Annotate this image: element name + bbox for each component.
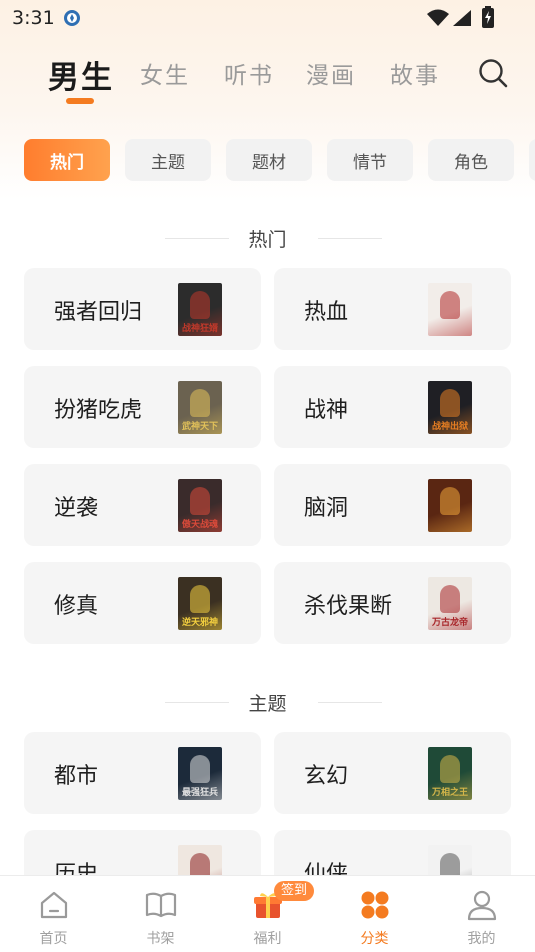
chip-character[interactable]: 角色	[428, 139, 514, 181]
cover-title: 战神狂婿	[181, 324, 218, 334]
cover-title: 逆天邪神	[181, 618, 218, 628]
cover-figure	[440, 389, 460, 417]
cover-title: 傲天战魂	[181, 520, 218, 530]
cover-figure	[440, 291, 460, 319]
category-label: 玄幻	[304, 764, 349, 789]
category-card-cultivation[interactable]: 修真 逆天邪神	[24, 562, 261, 644]
category-card-hot-blooded[interactable]: 热血	[274, 268, 511, 350]
category-card-strong-return[interactable]: 强者回归 战神狂婿	[24, 268, 261, 350]
book-cover-image: 万古龙帝	[428, 577, 472, 630]
cover-figure	[440, 487, 460, 515]
tab-stories[interactable]: 故事	[390, 56, 440, 90]
section-header-theme: 主题	[0, 689, 535, 717]
cover-figure	[190, 487, 210, 515]
nav-label: 我的	[467, 931, 496, 947]
category-card-pig-tiger[interactable]: 扮猪吃虎 武神天下	[24, 366, 261, 448]
cover-title: 武神天下	[181, 422, 218, 432]
cover-title: 万相之王	[431, 788, 468, 798]
book-cover-image	[428, 283, 472, 336]
divider-line	[318, 238, 382, 239]
nav-label: 分类	[360, 931, 389, 947]
category-card-fantasy[interactable]: 玄幻 万相之王	[274, 732, 511, 814]
section-title: 主题	[248, 693, 287, 715]
category-label: 热血	[304, 300, 349, 325]
book-cover-image: 逆天邪神	[178, 577, 222, 630]
active-tab-indicator	[66, 98, 94, 104]
home-icon	[40, 891, 68, 919]
cover-figure	[440, 755, 460, 783]
checkin-badge[interactable]: 签到	[274, 881, 315, 901]
category-icon	[361, 891, 389, 919]
chip-subject[interactable]: 题材	[226, 139, 312, 181]
bottom-navigation: 首页 书架 福利 分类 我的	[0, 875, 535, 952]
cover-figure	[190, 291, 210, 319]
tab-audiobook[interactable]: 听书	[224, 56, 274, 90]
cellular-signal-icon	[453, 10, 471, 26]
category-card-counterattack[interactable]: 逆袭 傲天战魂	[24, 464, 261, 546]
category-label: 强者回归	[54, 300, 143, 325]
cover-figure	[190, 389, 210, 417]
category-card-urban[interactable]: 都市 最强狂兵	[24, 732, 261, 814]
category-card-brainstorm[interactable]: 脑洞	[274, 464, 511, 546]
battery-icon	[482, 6, 494, 28]
chip-overflow[interactable]	[529, 139, 535, 181]
book-cover-image: 武神天下	[178, 381, 222, 434]
tab-comics[interactable]: 漫画	[306, 56, 356, 90]
book-cover-image	[428, 479, 472, 532]
chip-hot[interactable]: 热门	[24, 139, 110, 181]
category-label: 逆袭	[54, 496, 99, 521]
category-label: 脑洞	[304, 496, 349, 521]
status-time: 3:31	[12, 7, 55, 29]
tab-female[interactable]: 女生	[140, 56, 190, 90]
nav-label: 福利	[253, 931, 282, 947]
cover-figure	[190, 585, 210, 613]
category-card-decisive[interactable]: 杀伐果断 万古龙帝	[274, 562, 511, 644]
category-label: 都市	[54, 764, 99, 789]
category-label: 扮猪吃虎	[54, 398, 143, 423]
category-label: 杀伐果断	[304, 594, 393, 619]
category-filter-chips: 热门 主题 题材 情节 角色	[0, 139, 535, 182]
book-cover-image: 最强狂兵	[178, 747, 222, 800]
search-icon[interactable]	[478, 58, 508, 88]
cover-title: 万古龙帝	[431, 618, 468, 628]
nav-profile[interactable]: 我的	[428, 876, 535, 952]
shield-icon	[64, 10, 80, 26]
divider-line	[165, 238, 229, 239]
nav-label: 首页	[39, 931, 68, 947]
nav-home[interactable]: 首页	[0, 876, 107, 952]
book-cover-image: 万相之王	[428, 747, 472, 800]
cover-figure	[440, 585, 460, 613]
book-cover-image: 傲天战魂	[178, 479, 222, 532]
wifi-icon	[427, 9, 449, 26]
user-icon	[467, 890, 497, 921]
nav-category[interactable]: 分类	[321, 876, 428, 952]
status-bar: 3:31	[0, 0, 535, 36]
nav-bookshelf[interactable]: 书架	[107, 876, 214, 952]
category-label: 修真	[54, 594, 99, 619]
book-icon	[145, 892, 177, 918]
divider-line	[165, 702, 229, 703]
divider-line	[318, 702, 382, 703]
book-cover-image: 战神出狱	[428, 381, 472, 434]
category-label: 战神	[304, 398, 349, 423]
nav-label: 书架	[146, 931, 175, 947]
cover-title: 最强狂兵	[181, 788, 218, 798]
cover-figure	[190, 755, 210, 783]
section-header-hot: 热门	[0, 225, 535, 253]
section-title: 热门	[248, 229, 287, 251]
book-cover-image: 战神狂婿	[178, 283, 222, 336]
tab-male[interactable]: 男生	[48, 52, 114, 97]
cover-title: 战神出狱	[431, 422, 468, 432]
chip-theme[interactable]: 主题	[125, 139, 211, 181]
chip-plot[interactable]: 情节	[327, 139, 413, 181]
category-card-war-god[interactable]: 战神 战神出狱	[274, 366, 511, 448]
